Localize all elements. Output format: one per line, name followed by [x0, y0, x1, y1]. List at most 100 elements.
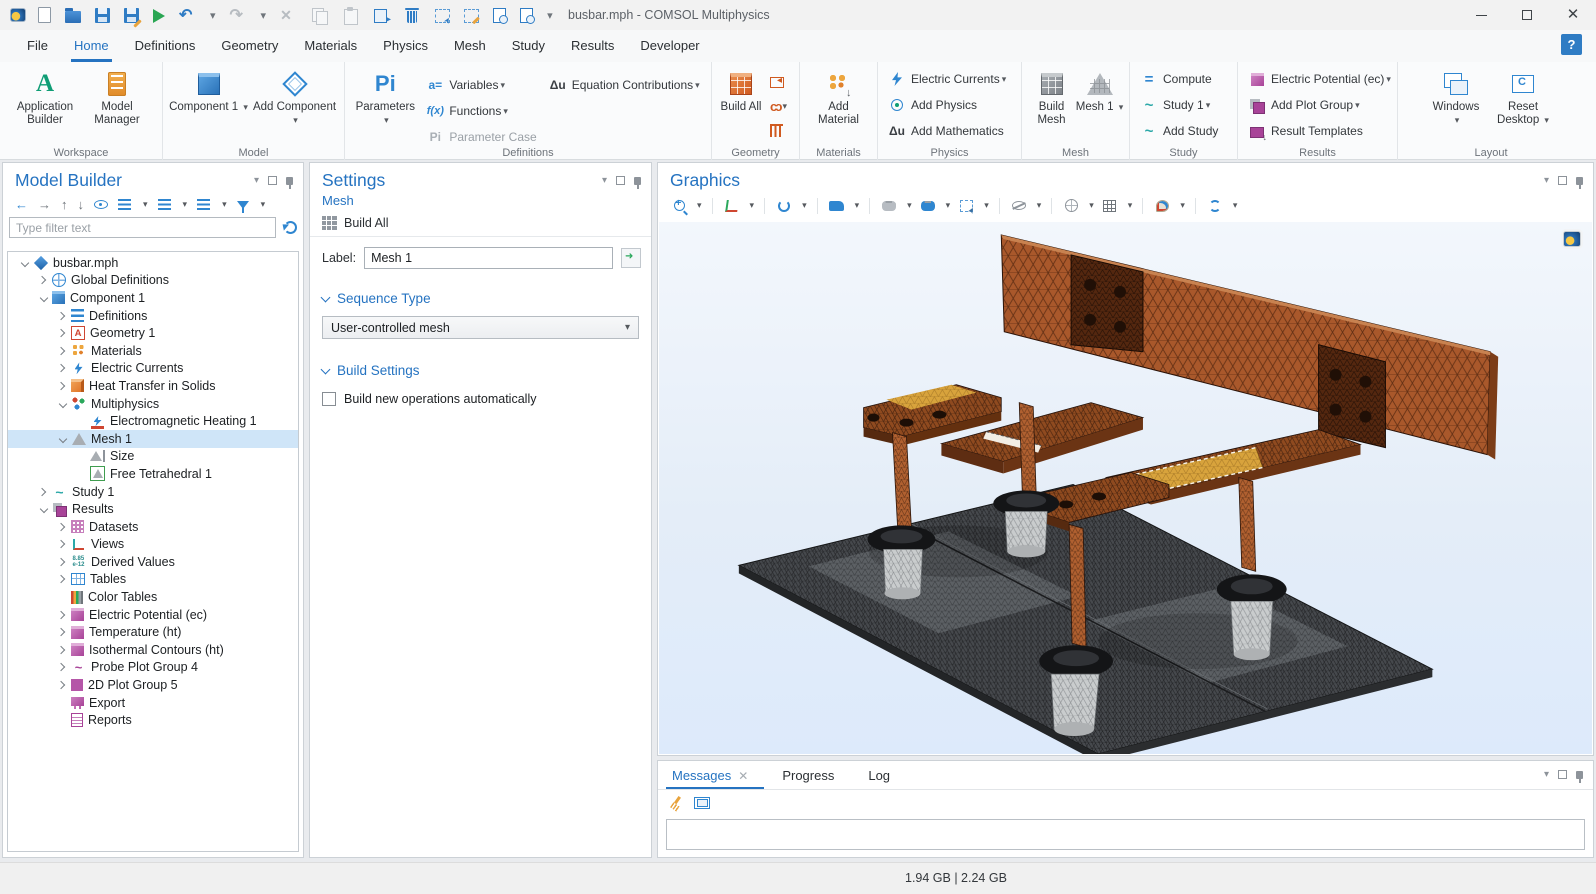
geometry-import-button[interactable]	[764, 72, 793, 92]
tree-item-datasets[interactable]: Datasets	[8, 518, 298, 536]
scene-color-icon[interactable]	[919, 197, 937, 215]
snapshot-button[interactable]	[1563, 231, 1581, 247]
show-icon[interactable]	[94, 200, 108, 209]
menu-file[interactable]: File	[14, 30, 61, 62]
save-icon[interactable]	[95, 8, 110, 23]
select-box-icon[interactable]	[435, 9, 450, 23]
grid-icon[interactable]	[1101, 197, 1119, 215]
geometry-rebuild-button[interactable]: cɔ▾	[764, 96, 793, 116]
tree-item-electromagnetic-heating[interactable]: Electromagnetic Heating 1	[8, 412, 298, 430]
panel-float-icon[interactable]	[268, 176, 277, 185]
tree-item-study1[interactable]: ~Study 1	[8, 483, 298, 501]
camera-icon[interactable]	[828, 197, 846, 215]
panel-pin-icon[interactable]	[286, 177, 293, 185]
delete-icon[interactable]	[404, 7, 421, 24]
toolbar-overflow-icon[interactable]: ▾	[547, 9, 553, 22]
clear-selection-icon[interactable]	[464, 9, 479, 23]
rotate-icon[interactable]	[775, 197, 793, 215]
back-icon[interactable]: ←	[15, 197, 28, 212]
cut-icon[interactable]: ✕	[280, 7, 297, 24]
color-palette-icon[interactable]	[1153, 197, 1171, 215]
expand-icon[interactable]	[158, 199, 171, 210]
find-replace-icon[interactable]	[520, 8, 533, 23]
parameters-button[interactable]: Pi Parameters▾	[350, 66, 420, 127]
tree-item-electric-potential[interactable]: Electric Potential (ec)	[8, 606, 298, 624]
undo-icon[interactable]: ↶	[179, 7, 196, 24]
save-as-icon[interactable]	[124, 8, 139, 23]
tree-item-tables[interactable]: Tables	[8, 571, 298, 589]
copy-icon[interactable]	[311, 7, 328, 24]
tree-item-multiphysics[interactable]: Multiphysics	[8, 395, 298, 413]
clear-messages-icon[interactable]	[670, 796, 684, 810]
tree-item-busbar-mph[interactable]: busbar.mph	[8, 254, 298, 272]
add-mathematics-button[interactable]: Δu Add Mathematics	[882, 118, 1010, 144]
move-down-icon[interactable]: ↓	[78, 197, 85, 212]
redo-dropdown-icon[interactable]: ▾	[261, 9, 267, 22]
forward-icon[interactable]: →	[38, 197, 51, 212]
open-file-icon[interactable]	[65, 11, 81, 23]
sequence-type-section[interactable]: Sequence Type	[310, 279, 651, 312]
mesh1-button[interactable]: Mesh 1 ▾	[1076, 66, 1124, 114]
panel-float-icon[interactable]	[1558, 176, 1567, 185]
tree-item-mesh1[interactable]: Mesh 1	[8, 430, 298, 448]
duplicate-icon[interactable]	[373, 7, 390, 24]
find-icon[interactable]	[493, 8, 506, 23]
tree-item-free-tetrahedral[interactable]: Free Tetrahedral 1	[8, 465, 298, 483]
model-manager-button[interactable]: Model Manager	[81, 66, 153, 127]
model-tree-nodes-icon[interactable]	[197, 199, 210, 210]
insert-reference-button[interactable]	[621, 248, 641, 268]
menu-study[interactable]: Study	[499, 30, 558, 62]
panel-float-icon[interactable]	[616, 176, 625, 185]
menu-geometry[interactable]: Geometry	[208, 30, 291, 62]
minimize-button[interactable]	[1458, 0, 1504, 30]
undo-dropdown-icon[interactable]: ▾	[210, 9, 216, 22]
messages-output[interactable]	[666, 819, 1585, 850]
run-icon[interactable]	[153, 9, 165, 23]
compute-button[interactable]: = Compute	[1134, 66, 1218, 92]
add-study-button[interactable]: ~ Add Study	[1134, 118, 1224, 144]
tree-item-color-tables[interactable]: Color Tables	[8, 588, 298, 606]
tree-item-heat-transfer[interactable]: Heat Transfer in Solids	[8, 377, 298, 395]
panel-pin-icon[interactable]	[1576, 771, 1583, 779]
maximize-button[interactable]	[1504, 0, 1550, 30]
panel-menu-icon[interactable]: ▾	[1544, 175, 1549, 186]
tree-item-size[interactable]: Size	[8, 448, 298, 466]
paste-icon[interactable]	[342, 7, 359, 24]
filter-icon[interactable]	[237, 201, 249, 209]
tree-item-component1[interactable]: Component 1	[8, 289, 298, 307]
reset-desktop-button[interactable]: Reset Desktop ▾	[1488, 66, 1558, 127]
menu-mesh[interactable]: Mesh	[441, 30, 499, 62]
add-physics-button[interactable]: Add Physics	[882, 92, 983, 118]
new-file-icon[interactable]	[38, 7, 51, 23]
build-settings-section[interactable]: Build Settings	[310, 343, 651, 384]
tree-item-probe-plot-group[interactable]: ~Probe Plot Group 4	[8, 659, 298, 677]
geometry-parts-button[interactable]	[764, 120, 793, 140]
collapse-icon[interactable]	[118, 199, 131, 210]
tree-item-export[interactable]: Export	[8, 694, 298, 712]
transparency-icon[interactable]	[1062, 197, 1080, 215]
hide-icon[interactable]	[1010, 197, 1028, 215]
menu-developer[interactable]: Developer	[627, 30, 712, 62]
equation-contributions-button[interactable]: Δu Equation Contributions▾	[543, 72, 706, 98]
electric-potential-button[interactable]: Electric Potential (ec)▾	[1242, 66, 1397, 92]
menu-results[interactable]: Results	[558, 30, 627, 62]
mesh-label-input[interactable]	[364, 247, 613, 269]
close-button[interactable]: ✕	[1550, 0, 1596, 30]
windows-button[interactable]: Windows▾	[1424, 66, 1488, 127]
application-builder-button[interactable]: A Application Builder	[9, 66, 81, 127]
move-up-icon[interactable]: ↑	[61, 197, 68, 212]
zoom-icon[interactable]	[670, 197, 688, 215]
build-new-operations-checkbox[interactable]	[322, 392, 336, 406]
graphics-canvas[interactable]	[659, 222, 1592, 754]
tree-item-derived-values[interactable]: 8.85e-12Derived Values	[8, 553, 298, 571]
refresh-icon[interactable]	[284, 221, 297, 234]
scene-light-icon[interactable]	[880, 197, 898, 215]
add-component-button[interactable]: Add Component ▾	[250, 66, 340, 127]
tree-item-temperature[interactable]: Temperature (ht)	[8, 623, 298, 641]
study1-button[interactable]: ~ Study 1▾	[1134, 92, 1216, 118]
component1-button[interactable]: Component 1 ▾	[168, 66, 250, 114]
panel-float-icon[interactable]	[1558, 770, 1567, 779]
tree-item-materials[interactable]: Materials	[8, 342, 298, 360]
build-all-geometry-button[interactable]: Build All	[718, 66, 764, 114]
panel-pin-icon[interactable]	[634, 177, 641, 185]
